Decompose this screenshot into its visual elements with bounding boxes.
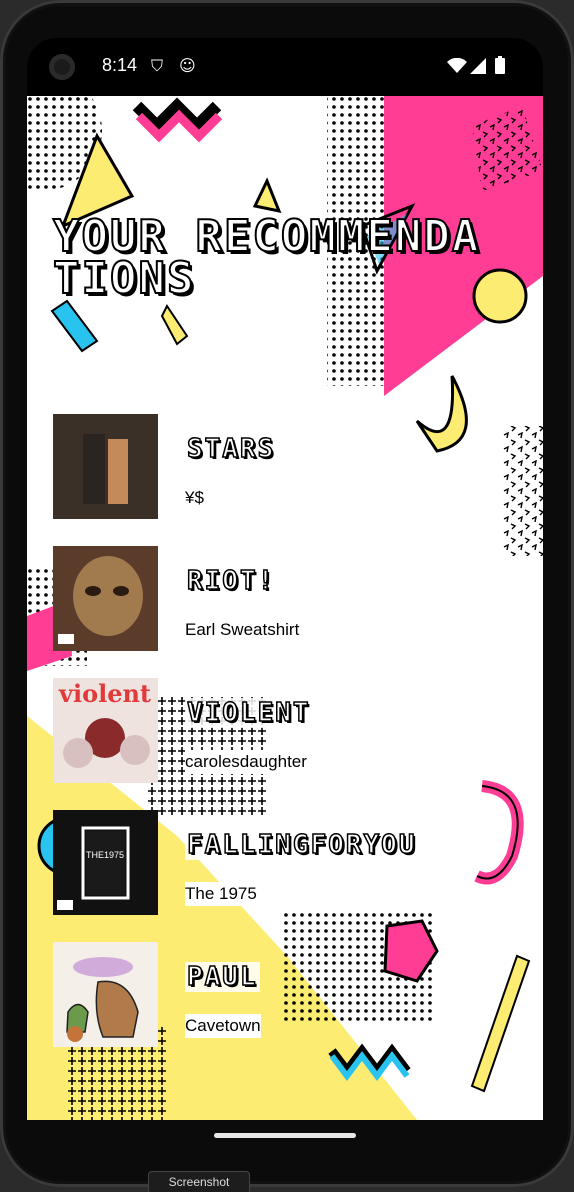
front-camera [49,54,75,80]
signal-icon [470,58,486,74]
shield-icon: ⛉ [151,56,164,75]
song-title: VIOLENT [185,697,313,729]
song-title: FALLINGFORYOU [185,829,419,861]
recommendation-item[interactable]: STARS ¥$ [53,414,523,546]
svg-text:violent: violent [58,679,151,708]
album-cover: THE1975 [53,810,158,915]
recommendation-item[interactable]: violent VIOLENT carolesdaughter [53,678,523,810]
album-cover [53,942,158,1047]
artist-name: carolesdaughter [185,750,307,774]
recommendation-list: STARS ¥$ RIOT! Earl Sweatshirt violent V… [53,414,523,1074]
status-bar: 8:14 ⛉ ☺ [27,38,543,96]
song-title: STARS [185,433,278,465]
phone-frame: 8:14 ⛉ ☺ YOUR RECOMMENDATIONS STARS ¥$ R… [0,0,574,1192]
cat-icon: ☺ [179,56,196,75]
recommendation-item[interactable]: PAUL Cavetown [53,942,523,1074]
home-gesture-bar[interactable] [214,1133,356,1138]
album-cover [53,414,158,519]
album-cover [53,546,158,651]
recommendations-screen: YOUR RECOMMENDATIONS STARS ¥$ RIOT! Earl… [27,96,543,1120]
recommendation-item[interactable]: THE1975 FALLINGFORYOU The 1975 [53,810,523,942]
artist-name: ¥$ [185,486,204,510]
wifi-icon [447,58,467,73]
svg-text:THE1975: THE1975 [86,850,124,860]
page-title: YOUR RECOMMENDATIONS [52,211,481,304]
song-title: PAUL [185,961,260,993]
status-time: 8:14 [102,55,138,75]
screenshot-label: Screenshot [148,1171,250,1192]
device-screen: 8:14 ⛉ ☺ YOUR RECOMMENDATIONS STARS ¥$ R… [27,38,543,1120]
artist-name: Earl Sweatshirt [185,618,300,642]
song-title: RIOT! [185,565,278,597]
recommendation-item[interactable]: RIOT! Earl Sweatshirt [53,546,523,678]
artist-name: The 1975 [185,882,257,906]
battery-icon [495,56,505,74]
album-cover: violent [53,678,158,783]
artist-name: Cavetown [185,1014,261,1038]
